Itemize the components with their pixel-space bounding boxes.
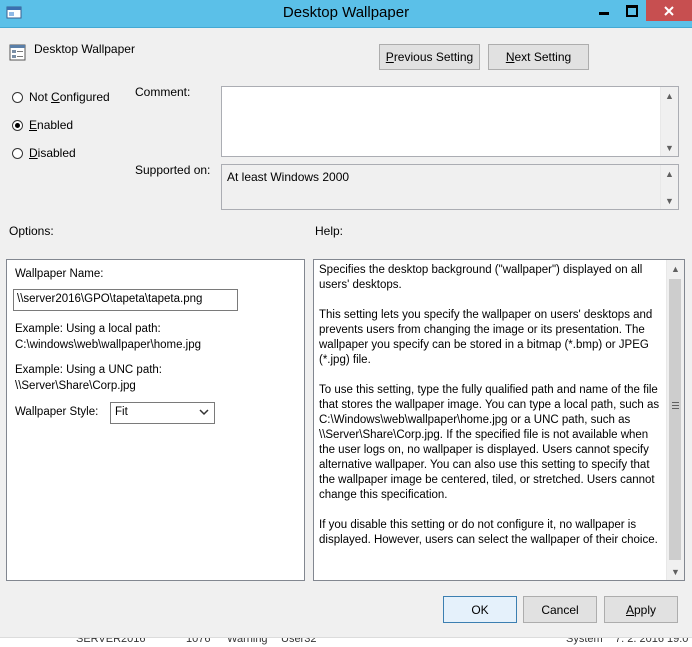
supported-on-value: At least Windows 2000 xyxy=(227,170,350,184)
grip-line xyxy=(672,408,679,409)
help-scrollbar-thumb[interactable] xyxy=(669,279,681,560)
supported-on-scrollbar[interactable]: ▲ ▼ xyxy=(660,165,678,209)
comment-scrollbar[interactable]: ▲ ▼ xyxy=(660,87,678,156)
wallpaper-style-select[interactable]: Fit xyxy=(110,402,215,424)
bg-cell-id: 1076 xyxy=(186,637,211,645)
radio-not-configured-circle[interactable] xyxy=(12,91,23,103)
radio-disabled[interactable]: Disabled xyxy=(12,146,76,160)
ok-button[interactable]: OK xyxy=(443,596,517,623)
close-button[interactable] xyxy=(646,0,692,21)
radio-not-configured-label: Not Configured xyxy=(29,90,110,104)
wallpaper-name-label: Wallpaper Name: xyxy=(15,268,104,280)
example-local-line2: C:\windows\web\wallpaper\home.jpg xyxy=(15,339,202,351)
help-section-label: Help: xyxy=(315,224,344,238)
help-paragraph-1: Specifies the desktop background ("wallp… xyxy=(319,264,643,291)
apply-mnemonic: A xyxy=(625,602,634,617)
scroll-up-arrow-icon[interactable]: ▲ xyxy=(661,87,678,104)
help-scrollbar[interactable]: ▲ ▼ xyxy=(666,260,684,580)
bg-cell-level: Warning xyxy=(227,637,268,645)
radio-enabled[interactable]: Enabled xyxy=(12,118,73,132)
help-panel: Specifies the desktop background ("wallp… xyxy=(313,259,685,581)
bg-cell-date: 7. 2. 2016 19:0 xyxy=(615,637,689,645)
example-local-line1: Example: Using a local path: xyxy=(15,323,161,335)
window-title: Desktop Wallpaper xyxy=(282,4,410,21)
radio-disabled-circle[interactable] xyxy=(12,147,23,159)
minimize-button[interactable] xyxy=(590,0,618,21)
bg-cell-server: SERVER2016 xyxy=(76,637,146,645)
previous-setting-label: revious Setting xyxy=(393,50,474,64)
example-unc-line2: \\Server\Share\Corp.jpg xyxy=(15,380,136,392)
policy-name: Desktop Wallpaper xyxy=(34,42,135,56)
wallpaper-style-value: Fit xyxy=(115,406,128,418)
comment-label: Comment: xyxy=(135,85,191,99)
radio-enabled-circle[interactable] xyxy=(12,119,23,131)
grip-line xyxy=(672,405,679,406)
radio-disabled-label: Disabled xyxy=(29,146,76,160)
help-paragraph-2: This setting lets you specify the wallpa… xyxy=(319,309,653,366)
bg-cell-log: System xyxy=(566,637,603,645)
help-text: Specifies the desktop background ("wallp… xyxy=(319,263,664,563)
title-bar[interactable]: Desktop Wallpaper xyxy=(0,0,692,28)
scroll-down-arrow-icon[interactable]: ▼ xyxy=(661,192,678,209)
scroll-down-arrow-icon[interactable]: ▼ xyxy=(661,139,678,156)
next-setting-label: ext Setting xyxy=(514,50,572,64)
options-panel: Wallpaper Name: \\server2016\GPO\tapeta\… xyxy=(6,259,305,581)
example-unc-line1: Example: Using a UNC path: xyxy=(15,364,163,376)
scroll-up-arrow-icon[interactable]: ▲ xyxy=(667,260,684,277)
minimize-icon xyxy=(599,12,609,15)
apply-button[interactable]: Apply xyxy=(604,596,678,623)
next-setting-button[interactable]: Next Setting xyxy=(488,44,589,70)
previous-setting-button[interactable]: Previous Setting xyxy=(379,44,480,70)
radio-enabled-label: Enabled xyxy=(29,118,74,132)
help-paragraph-3: To use this setting, type the fully qual… xyxy=(319,384,660,501)
radio-not-configured[interactable]: Not Configured xyxy=(12,90,110,104)
bg-cell-source: User32 xyxy=(281,637,317,645)
wallpaper-style-label: Wallpaper Style: xyxy=(15,406,99,418)
cancel-button[interactable]: Cancel xyxy=(523,596,597,623)
policy-setting-icon xyxy=(9,44,26,61)
supported-on-label: Supported on: xyxy=(135,163,211,177)
wallpaper-name-input[interactable]: \\server2016\GPO\tapeta\tapeta.png xyxy=(13,289,238,311)
maximize-button[interactable] xyxy=(618,0,646,21)
grip-line xyxy=(672,402,679,403)
scroll-down-arrow-icon[interactable]: ▼ xyxy=(667,563,684,580)
chevron-down-icon xyxy=(199,409,209,416)
apply-label: pply xyxy=(634,602,657,617)
options-section-label: Options: xyxy=(9,224,54,238)
comment-textarea[interactable]: ▲ ▼ xyxy=(221,86,679,157)
help-paragraph-4: If you disable this setting or do not co… xyxy=(319,519,658,546)
supported-on-box: At least Windows 2000 ▲ ▼ xyxy=(221,164,679,210)
close-icon xyxy=(664,5,674,16)
next-setting-mnemonic: N xyxy=(505,50,515,64)
scroll-up-arrow-icon[interactable]: ▲ xyxy=(661,165,678,182)
maximize-icon xyxy=(626,4,638,17)
previous-setting-mnemonic: P xyxy=(385,50,394,64)
